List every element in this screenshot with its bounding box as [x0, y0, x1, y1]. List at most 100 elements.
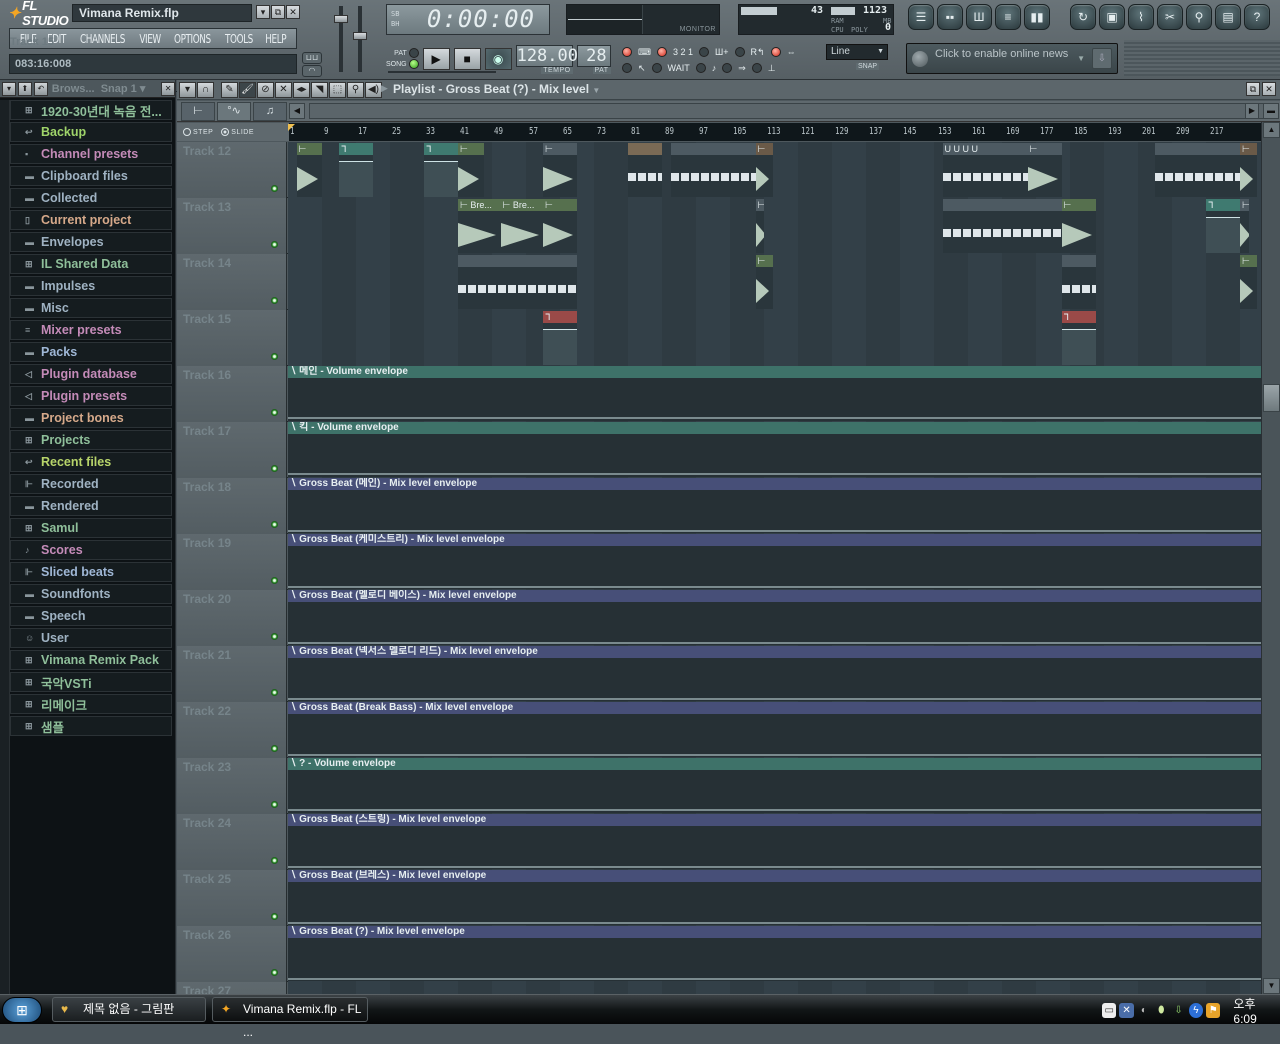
track-enable-led[interactable]	[271, 633, 278, 640]
envelope-clip-header[interactable]: ∖ ? - Volume envelope	[288, 758, 1261, 770]
pat-mode-led[interactable]	[408, 48, 419, 59]
envelope-clip-header[interactable]: ∖ Gross Beat (스트링) - Mix level envelope	[288, 814, 1261, 826]
online-news-panel[interactable]: Click to enable online news ▼ ⇩	[906, 43, 1118, 74]
taskbar-fl-studio[interactable]: ✦ Vimana Remix.flp - FL ...	[212, 997, 368, 1039]
recording-loop-toggle[interactable]	[734, 47, 745, 57]
master-volume-knob[interactable]	[334, 15, 348, 23]
project-info-button[interactable]: ▤	[1215, 4, 1241, 30]
envelope-clip-body[interactable]	[288, 826, 1261, 869]
browser-item[interactable]: ▸⊞Projects	[10, 430, 172, 450]
track-header[interactable]: Track 23	[177, 758, 287, 814]
track-enable-led[interactable]	[271, 465, 278, 472]
audio-clip[interactable]: ⊢ Bre...	[458, 199, 501, 253]
audio-clip[interactable]: ⊢	[755, 255, 773, 309]
record-button[interactable]: ◉	[484, 48, 512, 70]
audio-clip[interactable]: ⊢	[1027, 143, 1062, 197]
stop-button[interactable]: ■	[453, 48, 481, 70]
scroll-right-button[interactable]: ▶	[1245, 103, 1259, 119]
envelope-clip-header[interactable]: ∖ Gross Beat (브레스) - Mix level envelope	[288, 870, 1261, 882]
track-lane[interactable]	[288, 982, 1261, 994]
brush-icon[interactable]: 🖌	[239, 82, 256, 98]
browser-item[interactable]: ▸⊞국악VSTi	[10, 672, 172, 692]
song-position-slider[interactable]	[388, 71, 496, 73]
envelope-clip-body[interactable]	[288, 378, 1261, 421]
pattern-clip[interactable]	[942, 199, 1062, 253]
track-header[interactable]: Track 26	[177, 926, 287, 982]
playback-tool-icon[interactable]: ◀)	[365, 82, 382, 98]
track-header[interactable]: Track 22	[177, 702, 287, 758]
browser-item[interactable]: ▸⊩Recorded	[10, 474, 172, 494]
envelope-clip-header[interactable]: ∖ Gross Beat (케미스트리) - Mix level envelop…	[288, 534, 1261, 546]
record-audio-button[interactable]: ⚲	[1186, 4, 1212, 30]
browser-up-button[interactable]: ⬆	[17, 81, 32, 96]
network-disconnected-icon[interactable]: ✕	[1119, 1002, 1134, 1018]
tab-patterns[interactable]: ⊢	[181, 102, 215, 121]
track-enable-led[interactable]	[271, 969, 278, 976]
envelope-clip-header[interactable]: ∖ Gross Beat (메인) - Mix level envelope	[288, 478, 1261, 490]
countdown-toggle[interactable]	[657, 47, 667, 57]
scroll-up-button[interactable]: ▲	[1263, 122, 1280, 138]
track-header[interactable]: Track 15	[177, 310, 287, 366]
track-header[interactable]: Track 21	[177, 646, 287, 702]
help-button[interactable]: ?	[1244, 4, 1270, 30]
tempo-display[interactable]: 128.000	[515, 44, 588, 67]
browser-item[interactable]: ▸▬Collected	[10, 188, 172, 208]
playlist-detach-button[interactable]: ⧉	[1246, 82, 1260, 96]
oscilloscope-monitor[interactable]: MONITOR	[566, 4, 720, 35]
step-radio[interactable]: STEP	[183, 128, 213, 136]
envelope-clip-body[interactable]	[288, 490, 1261, 533]
browser-menu-button[interactable]: ▾	[2, 81, 16, 96]
play-button[interactable]: ▶	[422, 48, 450, 70]
pencil-icon[interactable]: ✎	[221, 82, 238, 98]
audio-clip[interactable]: ⊢	[1240, 199, 1249, 253]
typing-keyboard-toggle[interactable]	[622, 47, 632, 57]
chevron-down-icon[interactable]: ▼	[1077, 54, 1085, 63]
playlist-menu-button[interactable]: ▾	[179, 82, 196, 98]
track-header[interactable]: Track 25	[177, 870, 287, 926]
save-button[interactable]: ▣	[1099, 4, 1125, 30]
track-lane[interactable]: ∖ Gross Beat (멜로디 베이스) - Mix level envel…	[288, 590, 1261, 646]
taskbar-paint[interactable]: ♥ 제목 없음 - 그림판	[52, 997, 206, 1022]
slide-radio[interactable]: SLIDE	[221, 128, 254, 136]
track-enable-led[interactable]	[271, 857, 278, 864]
track-header[interactable]: Track 12	[177, 142, 287, 198]
track-lane[interactable]: ⊢ ⊢	[288, 254, 1261, 310]
browser-item[interactable]: ▸↩Recent files	[10, 452, 172, 472]
track-lane[interactable]: ⊢ Bre... ⊢ Bre... ⊢ ⊢ ⊢ ᒣ ⊢	[288, 198, 1261, 254]
delete-tool-icon[interactable]: ⊘	[257, 82, 274, 98]
time-display[interactable]: SB BH 0:00:00	[386, 4, 550, 35]
close-button[interactable]: ✕	[286, 5, 300, 19]
track-header[interactable]: Track 14	[177, 254, 287, 310]
step-sequencer-view-button[interactable]: ▪▪	[937, 4, 963, 30]
piano-roll-view-button[interactable]: Ш	[966, 4, 992, 30]
update-icon[interactable]: ⇩	[1171, 1003, 1185, 1018]
zoom-tool-icon[interactable]: ⚲	[347, 82, 364, 98]
envelope-clip-body[interactable]	[288, 658, 1261, 701]
loop-record-toggle[interactable]	[770, 47, 781, 57]
audio-clip[interactable]: ⊢	[755, 143, 773, 197]
browser-back-button[interactable]: ↶	[33, 81, 48, 96]
minimize-button[interactable]: ▾	[256, 5, 270, 19]
audio-clip[interactable]: ⊢	[543, 199, 577, 253]
env-clip[interactable]: ᒣ	[543, 311, 577, 365]
audio-clip[interactable]: ⊢	[1061, 199, 1096, 253]
magnet-icon[interactable]: ∩	[197, 82, 214, 98]
track-enable-led[interactable]	[271, 745, 278, 752]
flag-icon[interactable]: ⚑	[1206, 1002, 1221, 1018]
pattern-clip[interactable]	[1155, 143, 1240, 197]
select-tool-icon[interactable]: ⬚	[329, 82, 346, 98]
track-enable-led[interactable]	[271, 409, 278, 416]
pill-icon[interactable]: ⬮	[1154, 1003, 1168, 1018]
envelope-clip-header[interactable]: ∖ Gross Beat (멜로디 베이스) - Mix level envel…	[288, 590, 1261, 602]
env-clip[interactable]: ᒣ	[1061, 311, 1096, 365]
track-lane[interactable]: ⊢ ᒣ ᒣ ⊢ ⊢ ⊢ U U U U ⊢ ⊢	[288, 142, 1261, 198]
vertical-scrollbar[interactable]: ▲ ▼	[1261, 122, 1280, 994]
envelope-clip-header[interactable]: ∖ 킥 - Volume envelope	[288, 422, 1261, 434]
track-enable-led[interactable]	[271, 297, 278, 304]
song-mode-led[interactable]	[408, 59, 419, 69]
envelope-clip-body[interactable]	[288, 770, 1261, 813]
envelope-clip-header[interactable]: ∖ Gross Beat (?) - Mix level envelope	[288, 926, 1261, 938]
track-enable-led[interactable]	[271, 353, 278, 360]
track-lane[interactable]: ∖ 킥 - Volume envelope	[288, 422, 1261, 478]
speed-gauge-icon[interactable]: ◠	[302, 65, 322, 77]
